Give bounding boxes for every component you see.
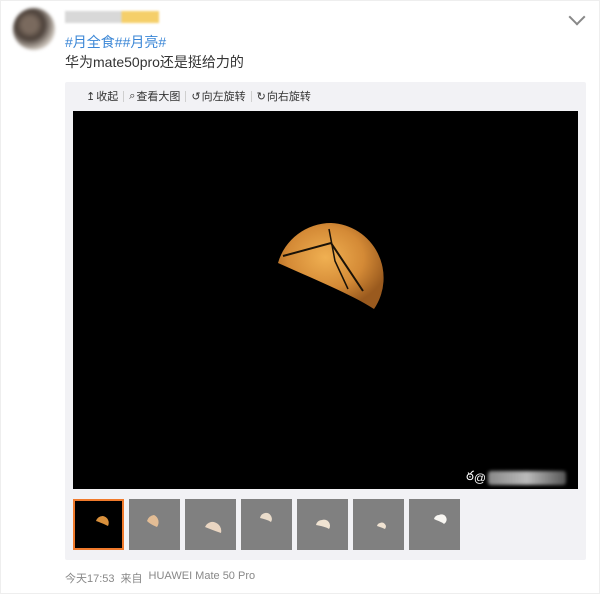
thumbnail-3[interactable] [185, 499, 236, 550]
hashtag-link[interactable]: #月全食# [65, 34, 123, 50]
collapse-label: 收起 [96, 91, 119, 103]
collapse-icon: ↥ [86, 90, 96, 103]
rotate-right-icon: ↻ [256, 90, 266, 103]
thumbnail-5[interactable] [297, 499, 348, 550]
post-text: 华为mate50pro还是挺给力的 [65, 54, 244, 70]
thumbnail-4[interactable] [241, 499, 292, 550]
rotate-left-icon: ↺ [191, 90, 201, 103]
avatar[interactable] [13, 8, 55, 50]
post-footer: 今天17:53 来自 HUAWEI Mate 50 Pro [65, 570, 255, 586]
rotate-left-label: 向左旋转 [201, 91, 246, 103]
moon-thumbnail-image [260, 512, 272, 522]
collapse-button[interactable]: ↥ 收起 [81, 89, 123, 104]
watermark: ఠ @ [466, 468, 566, 487]
rotate-right-button[interactable]: ↻ 向右旋转 [252, 89, 316, 104]
username[interactable] [65, 11, 159, 23]
thumbnail-6[interactable] [353, 499, 404, 550]
hashtags: #月全食##月亮# [65, 32, 166, 52]
watermark-username [488, 470, 566, 485]
thumbnail-2[interactable] [129, 499, 180, 550]
hashtag-link[interactable]: #月亮# [123, 34, 167, 50]
chevron-down-icon[interactable] [568, 8, 586, 26]
moon-thumbnail-image [316, 519, 331, 529]
media-toolbar: ↥ 收起 ⌕ 查看大图 ↺ 向左旋转 ↻ 向右旋转 [81, 89, 316, 104]
rotate-left-button[interactable]: ↺ 向左旋转 [186, 89, 250, 104]
source-device[interactable]: HUAWEI Mate 50 Pro [149, 570, 256, 586]
weibo-post-card: #月全食##月亮# 华为mate50pro还是挺给力的 ↥ 收起 ⌕ 查看大图 … [0, 0, 600, 594]
thumbnail-1[interactable] [73, 499, 124, 550]
watermark-at: @ [473, 470, 486, 485]
moon-thumbnail-image [96, 515, 109, 526]
thumbnail-strip [73, 499, 460, 550]
main-photo[interactable]: ఠ @ [73, 111, 578, 489]
rotate-right-label: 向右旋转 [266, 91, 311, 103]
search-icon: ⌕ [129, 89, 136, 102]
source-prefix: 来自 [120, 573, 143, 585]
media-viewer: ↥ 收起 ⌕ 查看大图 ↺ 向左旋转 ↻ 向右旋转 ఠ @ [65, 82, 586, 560]
post-time[interactable]: 今天17:53 [65, 570, 115, 586]
view-large-label: 查看大图 [136, 91, 181, 103]
moon-thumbnail-image [377, 522, 386, 529]
moon-thumbnail-image [434, 514, 447, 524]
moon-thumbnail-image [205, 521, 222, 533]
moon-thumbnail-image [147, 515, 159, 527]
eclipse-moon-image [278, 222, 384, 309]
weibo-logo-icon: ఠ [466, 468, 474, 483]
view-large-button[interactable]: ⌕ 查看大图 [124, 89, 185, 104]
thumbnail-7[interactable] [409, 499, 460, 550]
